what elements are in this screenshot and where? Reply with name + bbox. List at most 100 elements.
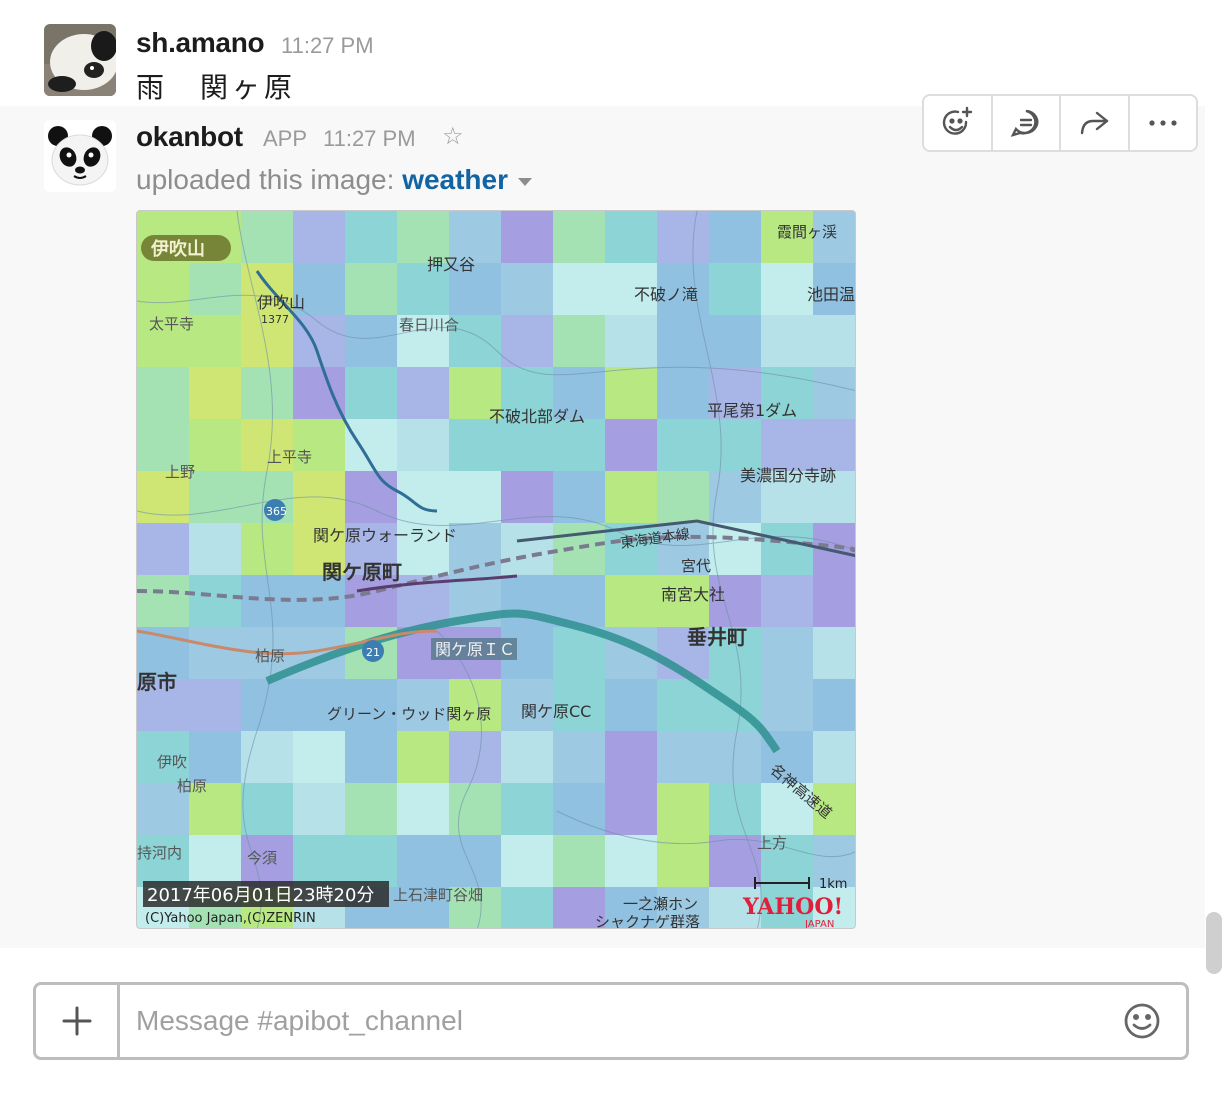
app-badge: APP bbox=[263, 126, 308, 151]
weather-map-image[interactable]: 伊吹山 押又谷 霞間ヶ渓 不破ノ滝 池田温 伊吹山 1377 太平寺 春日川合 … bbox=[136, 210, 856, 929]
radar-tile bbox=[553, 419, 605, 471]
radar-tile bbox=[293, 731, 345, 783]
radar-tile bbox=[293, 211, 345, 263]
radar-tile bbox=[605, 575, 657, 627]
radar-tile bbox=[449, 835, 501, 887]
radar-tile bbox=[761, 679, 813, 731]
radar-tile bbox=[293, 835, 345, 887]
radar-tile bbox=[657, 419, 709, 471]
radar-tile bbox=[813, 367, 855, 419]
radar-tile bbox=[189, 419, 241, 471]
radar-tile bbox=[501, 835, 553, 887]
radar-tile bbox=[605, 367, 657, 419]
radar-tile bbox=[501, 887, 553, 928]
radar-tile bbox=[501, 315, 553, 367]
avatar-okanbot[interactable] bbox=[44, 120, 116, 192]
radar-tile bbox=[605, 315, 657, 367]
radar-tile bbox=[345, 731, 397, 783]
plus-icon[interactable] bbox=[36, 985, 120, 1057]
radar-tile bbox=[189, 367, 241, 419]
chevron-down-icon[interactable] bbox=[518, 177, 533, 186]
radar-tile bbox=[553, 471, 605, 523]
radar-tile bbox=[709, 419, 761, 471]
upload-prefix: uploaded this image: bbox=[136, 164, 403, 195]
map-label: 宮代 bbox=[681, 557, 711, 575]
radar-tile bbox=[241, 367, 293, 419]
radar-tile bbox=[657, 471, 709, 523]
map-label-badge: 伊吹山 bbox=[150, 238, 205, 260]
map-label: 春日川合 bbox=[399, 316, 459, 334]
upload-line: uploaded this image: weather bbox=[136, 164, 533, 196]
radar-tile bbox=[189, 315, 241, 367]
radar-tile bbox=[761, 419, 813, 471]
radar-tile bbox=[657, 783, 709, 835]
radar-tile bbox=[137, 575, 189, 627]
radar-tile bbox=[709, 211, 761, 263]
radar-tile bbox=[553, 835, 605, 887]
add-reaction-icon[interactable] bbox=[924, 96, 993, 150]
radar-tile bbox=[189, 627, 241, 679]
map-label: 南宮大社 bbox=[661, 585, 725, 604]
radar-tile bbox=[553, 263, 605, 315]
radar-tile bbox=[709, 263, 761, 315]
radar-tile bbox=[813, 731, 855, 783]
radar-tile bbox=[709, 783, 761, 835]
map-label: 関ケ原ＩＣ bbox=[435, 640, 515, 659]
radar-tile bbox=[605, 835, 657, 887]
message-composer bbox=[33, 982, 1189, 1060]
map-label: 関ケ原ウォーランド bbox=[313, 526, 457, 545]
message-timestamp[interactable]: 11:27 PM bbox=[323, 126, 416, 152]
star-icon[interactable]: ☆ bbox=[442, 122, 464, 151]
radar-tile bbox=[709, 315, 761, 367]
file-link[interactable]: weather bbox=[402, 164, 508, 195]
radar-tile bbox=[709, 835, 761, 887]
radar-tile bbox=[449, 471, 501, 523]
author-name[interactable]: okanbot bbox=[136, 121, 243, 153]
map-label: 太平寺 bbox=[149, 315, 194, 333]
panda-face-avatar-icon bbox=[44, 120, 116, 192]
radar-tile bbox=[501, 211, 553, 263]
radar-tile bbox=[345, 783, 397, 835]
message-timestamp[interactable]: 11:27 PM bbox=[281, 33, 374, 59]
share-icon[interactable] bbox=[1061, 96, 1130, 150]
message-input[interactable] bbox=[136, 997, 1096, 1045]
map-label: 関ケ原CC bbox=[521, 702, 591, 721]
radar-tile bbox=[761, 523, 813, 575]
radar-tile bbox=[605, 419, 657, 471]
map-label: 一之瀬ホン bbox=[623, 895, 698, 913]
radar-tile bbox=[761, 627, 813, 679]
comment-icon[interactable] bbox=[993, 96, 1061, 150]
radar-tile bbox=[761, 315, 813, 367]
radar-tile bbox=[345, 263, 397, 315]
radar-tile bbox=[501, 731, 553, 783]
radar-tile bbox=[397, 367, 449, 419]
radar-tile bbox=[397, 731, 449, 783]
radar-tile bbox=[189, 575, 241, 627]
map-timestamp: 2017年06月01日23時20分 bbox=[147, 885, 374, 906]
emoji-icon[interactable] bbox=[1122, 1001, 1162, 1046]
radar-tile bbox=[761, 575, 813, 627]
more-icon[interactable] bbox=[1130, 96, 1197, 150]
radar-tile bbox=[553, 315, 605, 367]
radar-tile bbox=[241, 783, 293, 835]
map-label: 持河内 bbox=[137, 844, 182, 862]
radar-tile bbox=[605, 211, 657, 263]
map-scale: 1km bbox=[819, 877, 847, 892]
message-okanbot: okanbot APP 11:27 PM ☆ uploaded this ima… bbox=[0, 106, 1205, 948]
message-sh-amano: sh.amano 11:27 PM 雨 関ヶ原 bbox=[0, 0, 1205, 106]
radar-tile bbox=[605, 783, 657, 835]
radar-tile bbox=[657, 367, 709, 419]
map-label: 不破ノ滝 bbox=[634, 285, 698, 304]
avatar-sh-amano[interactable] bbox=[44, 24, 116, 96]
map-label: 平尾第1ダム bbox=[707, 401, 797, 420]
radar-tile bbox=[501, 471, 553, 523]
map-label: 21 bbox=[366, 646, 380, 659]
map-label: 原市 bbox=[137, 670, 177, 694]
map-label: 関ケ原町 bbox=[322, 560, 402, 584]
scrollbar-thumb[interactable] bbox=[1206, 912, 1222, 974]
scrollbar-track[interactable] bbox=[1205, 0, 1228, 948]
radar-tile bbox=[501, 783, 553, 835]
map-label: 柏原 bbox=[177, 777, 207, 795]
radar-tile bbox=[501, 523, 553, 575]
author-name[interactable]: sh.amano bbox=[136, 27, 265, 59]
